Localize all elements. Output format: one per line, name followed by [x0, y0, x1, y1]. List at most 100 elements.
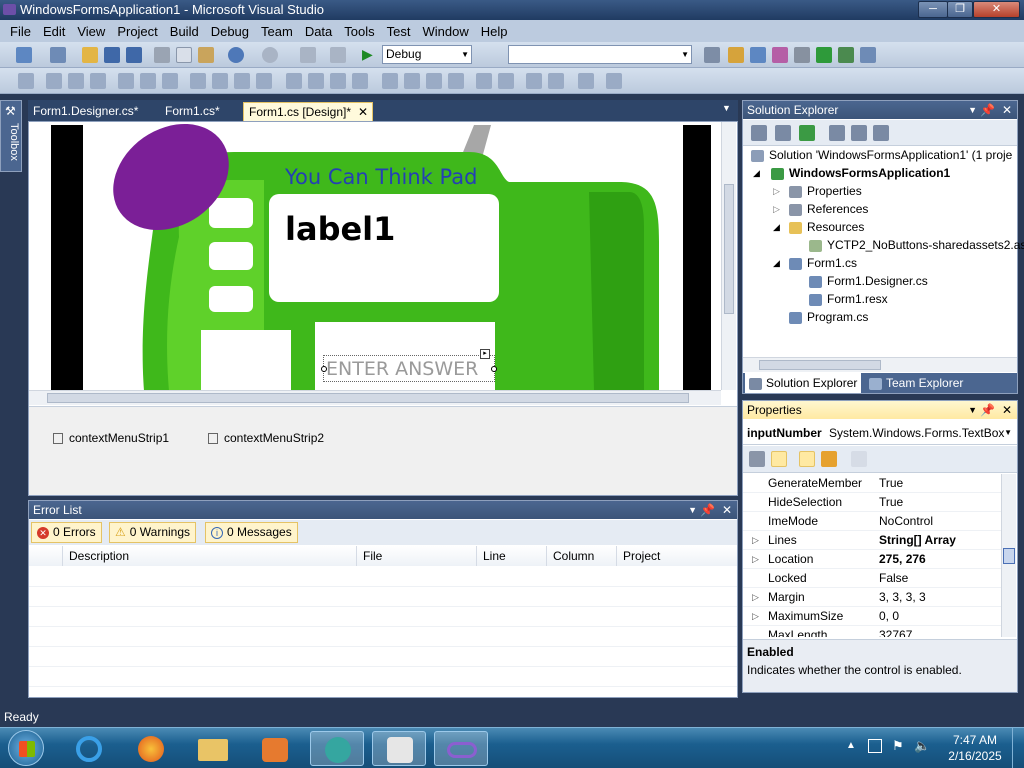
object-browser-icon[interactable] [772, 47, 788, 63]
expand-arrow-icon[interactable]: ▷ [752, 588, 759, 607]
center-horizontally-icon[interactable] [476, 73, 492, 89]
align-lefts-icon[interactable] [46, 73, 62, 89]
close-button[interactable]: ✕ [973, 1, 1020, 18]
resize-handle[interactable] [321, 366, 327, 372]
network-icon[interactable] [868, 739, 882, 753]
properties-window-icon[interactable] [750, 47, 766, 63]
property-grid-scrollbar[interactable] [1001, 474, 1016, 637]
tree-item-form1-designer-cs[interactable]: Form1.Designer.cs [809, 272, 928, 290]
property-value[interactable]: False [879, 569, 908, 588]
tree-item-form1-cs[interactable]: Form1.cs [789, 254, 857, 272]
categorized-icon[interactable] [749, 451, 765, 467]
close-icon[interactable]: ✕ [722, 501, 732, 519]
property-row[interactable]: ▷ Location 275, 276 [743, 550, 1001, 569]
property-row[interactable]: HideSelection True [743, 493, 1001, 512]
show-hidden-icons-icon[interactable]: ▲ [846, 740, 856, 751]
bring-to-front-icon[interactable] [526, 73, 542, 89]
clock[interactable]: 7:47 AM 2/16/2025 [946, 732, 1004, 764]
internet-explorer-taskbar-button[interactable] [62, 731, 116, 766]
expand-arrow-icon[interactable]: ▷ [752, 531, 759, 550]
copy-icon[interactable] [176, 47, 192, 63]
close-icon[interactable]: ✕ [1002, 401, 1012, 419]
solution-explorer-horizontal-scrollbar[interactable] [743, 357, 1017, 372]
designer-vertical-scrollbar[interactable] [721, 122, 736, 390]
messages-filter-button[interactable]: i 0 Messages [205, 522, 298, 543]
make-same-height-icon[interactable] [234, 73, 250, 89]
decrease-vertical-spacing-icon[interactable] [426, 73, 442, 89]
remove-vertical-spacing-icon[interactable] [448, 73, 464, 89]
scroll-thumb[interactable] [724, 184, 734, 314]
context-menu-strip-1[interactable]: contextMenuStrip1 [53, 431, 169, 445]
menu-build[interactable]: Build [164, 24, 205, 39]
expand-arrow-icon[interactable]: ▷ [773, 200, 780, 218]
start-page-icon[interactable] [816, 47, 832, 63]
window-position-icon[interactable]: ▼ [968, 401, 977, 419]
object-selector[interactable]: inputNumber System.Windows.Forms.TextBox… [743, 421, 1017, 445]
find-in-files-icon[interactable] [704, 47, 720, 63]
tree-item-project[interactable]: WindowsFormsApplication1 [771, 164, 950, 182]
cut-icon[interactable] [154, 47, 170, 63]
solution-explorer-icon[interactable] [728, 47, 744, 63]
column-header-line[interactable]: Line [477, 546, 547, 566]
menu-data[interactable]: Data [299, 24, 338, 39]
increase-vertical-spacing-icon[interactable] [404, 73, 420, 89]
align-rights-icon[interactable] [90, 73, 106, 89]
tree-item-references[interactable]: References [789, 200, 868, 218]
label1[interactable]: label1 [285, 210, 395, 248]
file-explorer-taskbar-button[interactable] [186, 731, 240, 766]
app-taskbar-button[interactable] [310, 731, 364, 766]
menu-window[interactable]: Window [416, 24, 474, 39]
tree-item-properties[interactable]: Properties [789, 182, 862, 200]
align-centers-icon[interactable] [68, 73, 84, 89]
toolbox-tab[interactable]: ⚒ Toolbox [0, 100, 22, 172]
show-all-files-icon[interactable] [775, 125, 791, 141]
property-row[interactable]: Locked False [743, 569, 1001, 588]
tab-solution-explorer[interactable]: Solution Explorer [745, 373, 862, 393]
expand-arrow-icon[interactable]: ▷ [752, 607, 759, 626]
collapse-arrow-icon[interactable]: ◢ [753, 164, 760, 182]
column-header-description[interactable]: Description [63, 546, 357, 566]
horizontal-spacing-icon[interactable] [286, 73, 302, 89]
solution-config-select[interactable]: Debug ▼ [382, 45, 472, 64]
window-position-icon[interactable]: ▼ [688, 501, 697, 519]
tab-overflow-icon[interactable]: ▼ [722, 103, 731, 113]
vertical-spacing-icon[interactable] [382, 73, 398, 89]
errors-filter-button[interactable]: ✕ 0 Errors [31, 522, 102, 543]
send-to-back-icon[interactable] [548, 73, 564, 89]
property-row[interactable]: ▷ Lines String[] Array [743, 531, 1001, 550]
pin-icon[interactable]: 📌 [980, 401, 995, 419]
properties-view-icon[interactable] [799, 451, 815, 467]
navigate-backward-icon[interactable] [300, 47, 316, 63]
column-header-column[interactable]: Column [547, 546, 617, 566]
property-row[interactable]: ▷ Margin 3, 3, 3, 3 [743, 588, 1001, 607]
tree-item-solution[interactable]: Solution 'WindowsFormsApplication1' (1 p… [751, 146, 1012, 164]
increase-spacing-icon[interactable] [308, 73, 324, 89]
toolbox-icon[interactable] [794, 47, 810, 63]
align-to-grid-icon[interactable] [18, 73, 34, 89]
expand-arrow-icon[interactable]: ▷ [773, 182, 780, 200]
make-same-width-icon[interactable] [190, 73, 206, 89]
new-project-icon[interactable] [16, 47, 32, 63]
tab-form1-cs[interactable]: Form1.cs* [160, 102, 225, 121]
property-row[interactable]: ImeMode NoControl [743, 512, 1001, 531]
scroll-thumb[interactable] [47, 393, 689, 403]
view-designer-icon[interactable] [851, 125, 867, 141]
navigate-forward-icon[interactable] [330, 47, 346, 63]
menu-file[interactable]: File [4, 24, 37, 39]
show-desktop-button[interactable] [1012, 728, 1024, 768]
input-number-textbox[interactable]: ENTER ANSWER ▸ [321, 349, 497, 382]
paste-icon[interactable] [198, 47, 214, 63]
context-menu-strip-2[interactable]: contextMenuStrip2 [208, 431, 324, 445]
property-pages-icon[interactable] [851, 451, 867, 467]
property-value[interactable]: 0, 0 [879, 607, 899, 626]
collapse-arrow-icon[interactable]: ◢ [773, 254, 780, 272]
tree-item-resources[interactable]: Resources [789, 218, 864, 236]
events-lightning-icon[interactable] [821, 451, 837, 467]
open-folder-icon[interactable] [82, 47, 98, 63]
property-value[interactable]: True [879, 493, 903, 512]
property-row[interactable]: GenerateMember True [743, 474, 1001, 493]
alphabetical-icon[interactable] [771, 451, 787, 467]
column-header-project[interactable]: Project [617, 546, 737, 566]
firefox-taskbar-button[interactable] [124, 731, 178, 766]
find-combo[interactable]: ▼ [508, 45, 692, 64]
